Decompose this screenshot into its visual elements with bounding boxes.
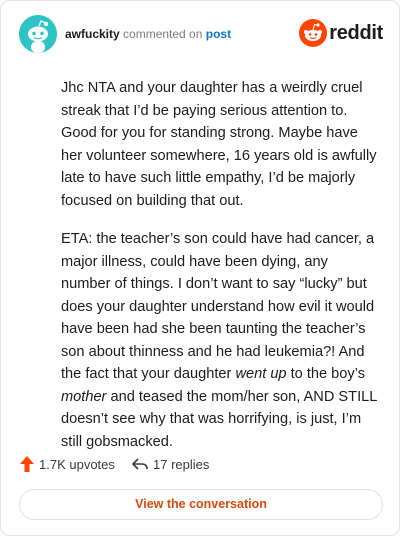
- comment-card: awfuckity commented on post reddit Jhc N…: [0, 0, 400, 536]
- comment-body: Jhc NTA and your daughter has a weirdly …: [61, 77, 377, 469]
- post-link[interactable]: post: [206, 27, 231, 41]
- snoo-avatar-icon: [19, 15, 57, 53]
- reply-arrow-icon: [132, 458, 148, 470]
- upvotes-count: 1.7K upvotes: [39, 457, 115, 472]
- comment-meta: awfuckity commented on post: [65, 27, 231, 41]
- action-text: commented on: [123, 27, 203, 41]
- comment-header: awfuckity commented on post reddit: [19, 15, 383, 55]
- username-link[interactable]: awfuckity: [65, 27, 120, 41]
- reddit-wordmark: reddit: [329, 22, 383, 44]
- replies-count: 17 replies: [153, 457, 210, 472]
- upvote-arrow-icon: [20, 456, 34, 472]
- comment-paragraph-2: ETA: the teacher’s son could have had ca…: [61, 231, 377, 450]
- reddit-logo-icon: [299, 19, 327, 47]
- comment-paragraph-1: Jhc NTA and your daughter has a weirdly …: [61, 80, 377, 209]
- user-avatar[interactable]: [19, 15, 57, 53]
- view-conversation-button[interactable]: View the conversation: [19, 489, 383, 520]
